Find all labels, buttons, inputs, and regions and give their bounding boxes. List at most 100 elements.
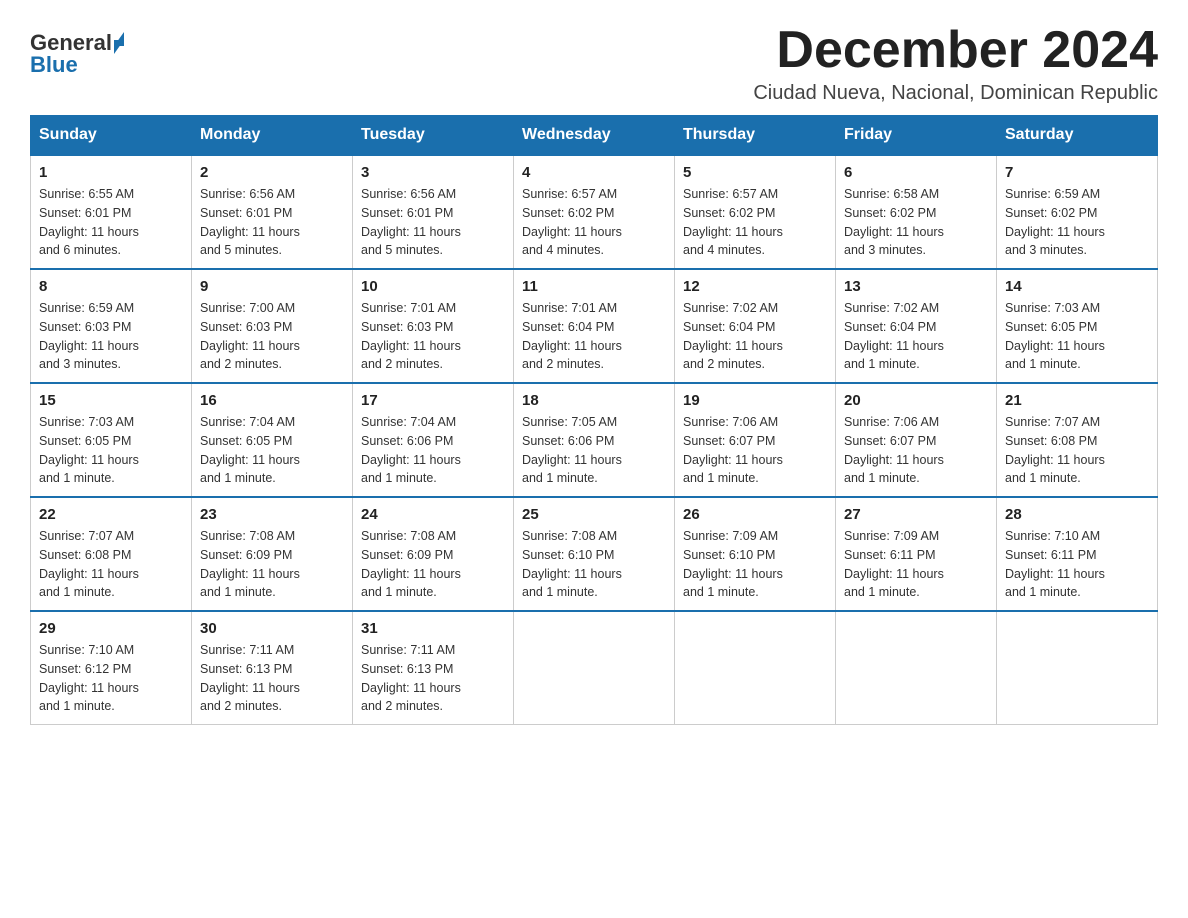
day-number: 1 <box>39 164 183 181</box>
day-number: 13 <box>844 278 988 295</box>
table-row: 2 Sunrise: 6:56 AMSunset: 6:01 PMDayligh… <box>192 155 353 269</box>
table-row: 20 Sunrise: 7:06 AMSunset: 6:07 PMDaylig… <box>836 383 997 497</box>
day-number: 11 <box>522 278 666 295</box>
day-info: Sunrise: 7:02 AMSunset: 6:04 PMDaylight:… <box>844 299 988 374</box>
table-row: 28 Sunrise: 7:10 AMSunset: 6:11 PMDaylig… <box>997 497 1158 611</box>
day-number: 10 <box>361 278 505 295</box>
day-number: 7 <box>1005 164 1149 181</box>
table-row: 8 Sunrise: 6:59 AMSunset: 6:03 PMDayligh… <box>31 269 192 383</box>
table-row: 22 Sunrise: 7:07 AMSunset: 6:08 PMDaylig… <box>31 497 192 611</box>
day-info: Sunrise: 7:01 AMSunset: 6:04 PMDaylight:… <box>522 299 666 374</box>
calendar-header-row: Sunday Monday Tuesday Wednesday Thursday… <box>31 116 1158 156</box>
table-row: 19 Sunrise: 7:06 AMSunset: 6:07 PMDaylig… <box>675 383 836 497</box>
table-row: 25 Sunrise: 7:08 AMSunset: 6:10 PMDaylig… <box>514 497 675 611</box>
day-number: 12 <box>683 278 827 295</box>
day-info: Sunrise: 7:11 AMSunset: 6:13 PMDaylight:… <box>361 641 505 716</box>
day-number: 29 <box>39 620 183 637</box>
day-info: Sunrise: 6:57 AMSunset: 6:02 PMDaylight:… <box>522 185 666 260</box>
header-friday: Friday <box>836 116 997 156</box>
day-info: Sunrise: 6:57 AMSunset: 6:02 PMDaylight:… <box>683 185 827 260</box>
day-info: Sunrise: 7:07 AMSunset: 6:08 PMDaylight:… <box>39 527 183 602</box>
header-thursday: Thursday <box>675 116 836 156</box>
day-number: 26 <box>683 506 827 523</box>
day-number: 19 <box>683 392 827 409</box>
table-row: 13 Sunrise: 7:02 AMSunset: 6:04 PMDaylig… <box>836 269 997 383</box>
day-number: 25 <box>522 506 666 523</box>
day-number: 15 <box>39 392 183 409</box>
table-row <box>836 611 997 725</box>
day-info: Sunrise: 7:04 AMSunset: 6:06 PMDaylight:… <box>361 413 505 488</box>
day-number: 28 <box>1005 506 1149 523</box>
table-row: 11 Sunrise: 7:01 AMSunset: 6:04 PMDaylig… <box>514 269 675 383</box>
header-monday: Monday <box>192 116 353 156</box>
day-number: 16 <box>200 392 344 409</box>
day-info: Sunrise: 7:05 AMSunset: 6:06 PMDaylight:… <box>522 413 666 488</box>
day-info: Sunrise: 7:11 AMSunset: 6:13 PMDaylight:… <box>200 641 344 716</box>
table-row: 4 Sunrise: 6:57 AMSunset: 6:02 PMDayligh… <box>514 155 675 269</box>
day-info: Sunrise: 7:08 AMSunset: 6:10 PMDaylight:… <box>522 527 666 602</box>
table-row: 10 Sunrise: 7:01 AMSunset: 6:03 PMDaylig… <box>353 269 514 383</box>
header-sunday: Sunday <box>31 116 192 156</box>
day-info: Sunrise: 6:56 AMSunset: 6:01 PMDaylight:… <box>361 185 505 260</box>
table-row: 31 Sunrise: 7:11 AMSunset: 6:13 PMDaylig… <box>353 611 514 725</box>
table-row <box>514 611 675 725</box>
table-row: 7 Sunrise: 6:59 AMSunset: 6:02 PMDayligh… <box>997 155 1158 269</box>
day-number: 23 <box>200 506 344 523</box>
day-info: Sunrise: 6:59 AMSunset: 6:03 PMDaylight:… <box>39 299 183 374</box>
table-row <box>997 611 1158 725</box>
day-number: 14 <box>1005 278 1149 295</box>
day-number: 24 <box>361 506 505 523</box>
day-info: Sunrise: 7:00 AMSunset: 6:03 PMDaylight:… <box>200 299 344 374</box>
table-row: 24 Sunrise: 7:08 AMSunset: 6:09 PMDaylig… <box>353 497 514 611</box>
logo: General Blue <box>30 30 124 78</box>
day-number: 17 <box>361 392 505 409</box>
day-info: Sunrise: 7:06 AMSunset: 6:07 PMDaylight:… <box>683 413 827 488</box>
table-row: 30 Sunrise: 7:11 AMSunset: 6:13 PMDaylig… <box>192 611 353 725</box>
day-info: Sunrise: 7:02 AMSunset: 6:04 PMDaylight:… <box>683 299 827 374</box>
table-row: 15 Sunrise: 7:03 AMSunset: 6:05 PMDaylig… <box>31 383 192 497</box>
day-number: 31 <box>361 620 505 637</box>
table-row: 18 Sunrise: 7:05 AMSunset: 6:06 PMDaylig… <box>514 383 675 497</box>
calendar-week-row: 22 Sunrise: 7:07 AMSunset: 6:08 PMDaylig… <box>31 497 1158 611</box>
day-info: Sunrise: 7:10 AMSunset: 6:12 PMDaylight:… <box>39 641 183 716</box>
day-info: Sunrise: 7:03 AMSunset: 6:05 PMDaylight:… <box>1005 299 1149 374</box>
table-row: 3 Sunrise: 6:56 AMSunset: 6:01 PMDayligh… <box>353 155 514 269</box>
title-section: December 2024 Ciudad Nueva, Nacional, Do… <box>753 20 1158 105</box>
table-row: 23 Sunrise: 7:08 AMSunset: 6:09 PMDaylig… <box>192 497 353 611</box>
table-row: 21 Sunrise: 7:07 AMSunset: 6:08 PMDaylig… <box>997 383 1158 497</box>
day-number: 27 <box>844 506 988 523</box>
table-row: 14 Sunrise: 7:03 AMSunset: 6:05 PMDaylig… <box>997 269 1158 383</box>
table-row: 26 Sunrise: 7:09 AMSunset: 6:10 PMDaylig… <box>675 497 836 611</box>
day-info: Sunrise: 7:09 AMSunset: 6:10 PMDaylight:… <box>683 527 827 602</box>
header-saturday: Saturday <box>997 116 1158 156</box>
table-row <box>675 611 836 725</box>
calendar-week-row: 1 Sunrise: 6:55 AMSunset: 6:01 PMDayligh… <box>31 155 1158 269</box>
calendar-week-row: 29 Sunrise: 7:10 AMSunset: 6:12 PMDaylig… <box>31 611 1158 725</box>
day-number: 6 <box>844 164 988 181</box>
table-row: 29 Sunrise: 7:10 AMSunset: 6:12 PMDaylig… <box>31 611 192 725</box>
day-number: 8 <box>39 278 183 295</box>
day-info: Sunrise: 7:07 AMSunset: 6:08 PMDaylight:… <box>1005 413 1149 488</box>
day-number: 9 <box>200 278 344 295</box>
location-subtitle: Ciudad Nueva, Nacional, Dominican Republ… <box>753 82 1158 105</box>
day-info: Sunrise: 7:06 AMSunset: 6:07 PMDaylight:… <box>844 413 988 488</box>
day-info: Sunrise: 6:56 AMSunset: 6:01 PMDaylight:… <box>200 185 344 260</box>
day-info: Sunrise: 6:59 AMSunset: 6:02 PMDaylight:… <box>1005 185 1149 260</box>
day-info: Sunrise: 7:08 AMSunset: 6:09 PMDaylight:… <box>200 527 344 602</box>
month-title: December 2024 <box>753 20 1158 80</box>
header-wednesday: Wednesday <box>514 116 675 156</box>
day-info: Sunrise: 7:08 AMSunset: 6:09 PMDaylight:… <box>361 527 505 602</box>
table-row: 12 Sunrise: 7:02 AMSunset: 6:04 PMDaylig… <box>675 269 836 383</box>
day-number: 22 <box>39 506 183 523</box>
day-number: 20 <box>844 392 988 409</box>
table-row: 27 Sunrise: 7:09 AMSunset: 6:11 PMDaylig… <box>836 497 997 611</box>
day-number: 30 <box>200 620 344 637</box>
day-info: Sunrise: 6:55 AMSunset: 6:01 PMDaylight:… <box>39 185 183 260</box>
day-number: 2 <box>200 164 344 181</box>
header-tuesday: Tuesday <box>353 116 514 156</box>
table-row: 17 Sunrise: 7:04 AMSunset: 6:06 PMDaylig… <box>353 383 514 497</box>
day-info: Sunrise: 7:04 AMSunset: 6:05 PMDaylight:… <box>200 413 344 488</box>
day-info: Sunrise: 7:10 AMSunset: 6:11 PMDaylight:… <box>1005 527 1149 602</box>
table-row: 16 Sunrise: 7:04 AMSunset: 6:05 PMDaylig… <box>192 383 353 497</box>
calendar-week-row: 15 Sunrise: 7:03 AMSunset: 6:05 PMDaylig… <box>31 383 1158 497</box>
